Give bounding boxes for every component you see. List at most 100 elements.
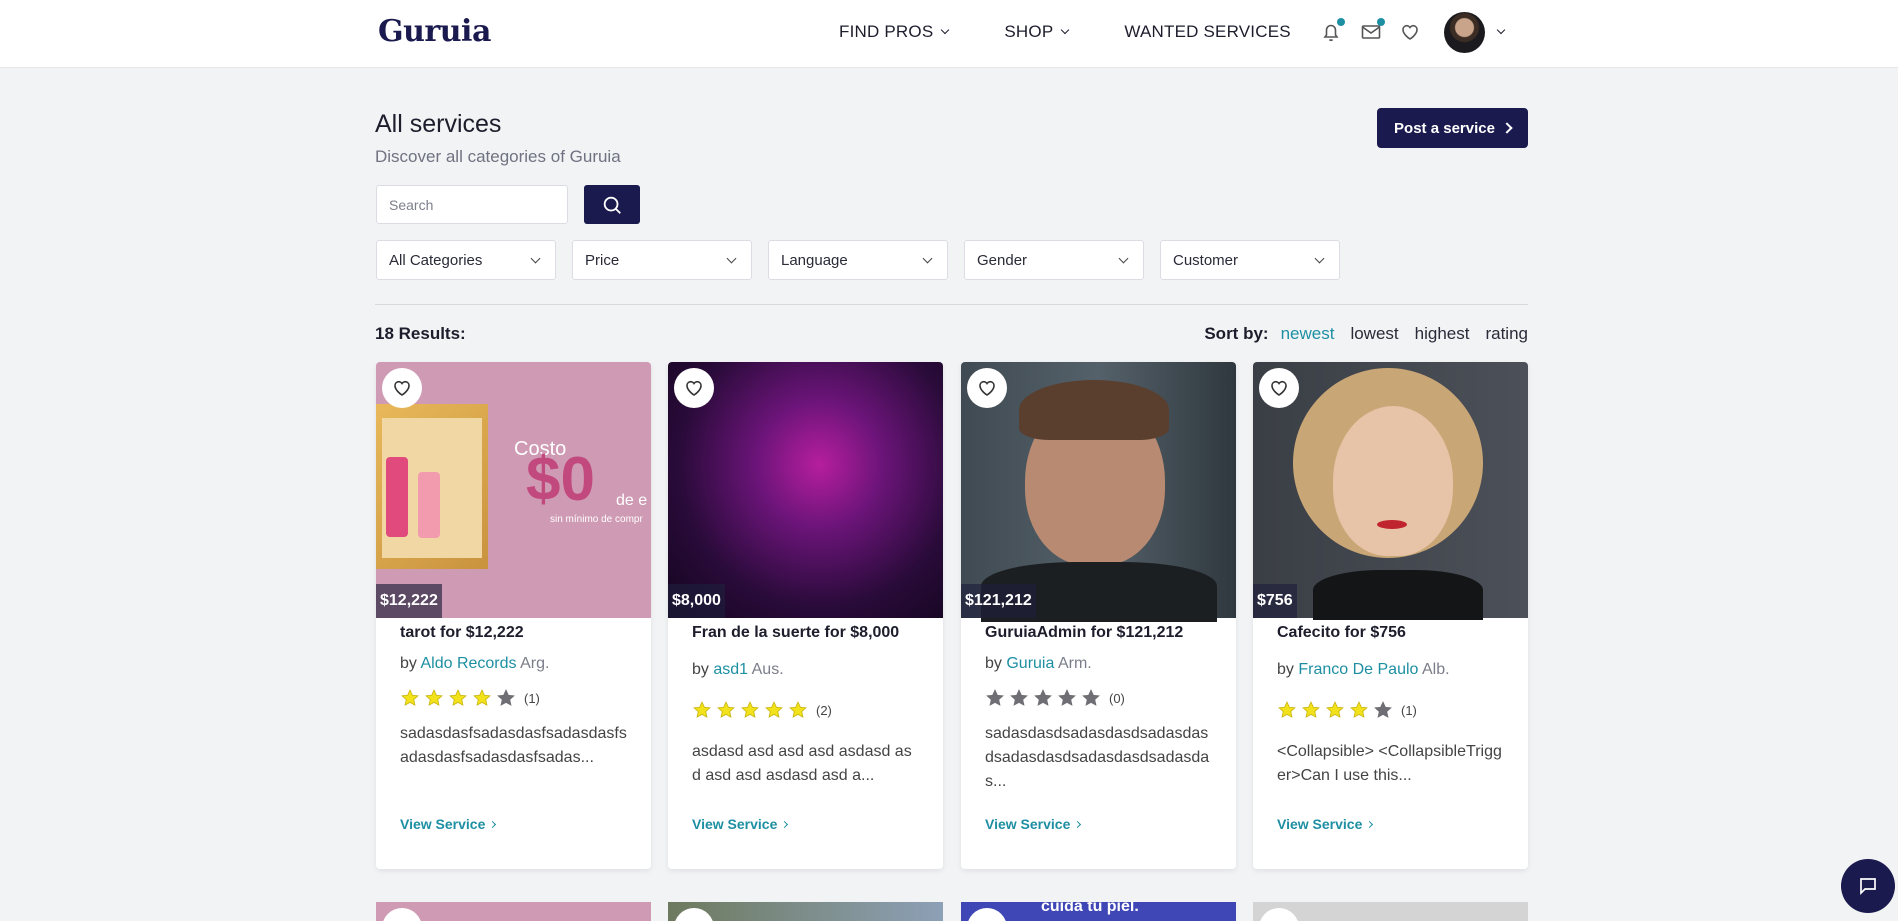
by-label: by [400,655,417,672]
service-card-peek[interactable] [376,902,651,921]
favorite-button[interactable] [382,908,422,921]
search-button[interactable] [584,185,640,224]
star-icon [693,701,711,718]
by-label: by [1277,661,1294,678]
person-top [1313,570,1483,620]
favorite-button[interactable] [382,368,422,408]
favorite-button[interactable] [967,908,1007,921]
favorite-button[interactable] [674,908,714,921]
service-title[interactable]: GuruiaAdmin for $121,212 [985,624,1183,642]
chevron-down-icon [530,253,541,263]
notification-dot [1377,18,1385,26]
author-link[interactable]: Franco De Paulo [1298,661,1418,678]
view-service-label: View Service [400,816,486,832]
filter-bar: All Categories Price Language Gender Cus… [376,240,1356,280]
sort-lowest[interactable]: lowest [1350,324,1398,344]
filter-categories[interactable]: All Categories [376,240,556,280]
service-title[interactable]: Fran de la suerte for $8,000 [692,624,899,642]
view-service-link[interactable]: View Service [400,816,497,832]
review-count: (1) [524,690,540,706]
star-icon [449,689,467,706]
sort-newest[interactable]: newest [1281,324,1335,344]
by-label: by [692,661,709,678]
price-badge: $756 [1253,584,1297,618]
star-icon [1278,701,1296,718]
review-count: (0) [1109,690,1125,706]
view-service-label: View Service [692,816,778,832]
star-icon [1058,689,1076,706]
favorite-button[interactable] [1259,368,1299,408]
service-card[interactable]: $8,000 Fran de la suerte for $8,000 by a… [668,362,943,869]
chevron-right-icon [781,820,789,828]
heart-icon [686,380,702,396]
user-avatar[interactable] [1444,12,1485,53]
person-hair [1019,380,1169,440]
filter-language[interactable]: Language [768,240,948,280]
guruia-logo[interactable]: Guruia [378,14,491,49]
service-title[interactable]: tarot for $12,222 [400,624,524,642]
price-badge: $8,000 [668,584,725,618]
filter-gender[interactable]: Gender [964,240,1144,280]
author-link[interactable]: Guruia [1006,655,1054,672]
filter-price[interactable]: Price [572,240,752,280]
chevron-down-icon[interactable] [1496,25,1506,35]
chat-button[interactable] [1841,859,1895,913]
favorite-button[interactable] [967,368,1007,408]
chevron-down-icon [941,25,950,35]
review-count: (1) [1401,702,1417,718]
sort-highest[interactable]: highest [1415,324,1470,344]
nav-find-pros-label: FIND PROS [839,22,934,41]
perfume-bottle [418,472,440,538]
notification-dot [1337,18,1345,26]
filter-customer[interactable]: Customer [1160,240,1340,280]
chevron-down-icon [1118,253,1129,263]
service-description: sadasdasdsadasdasdsadasdasdsadasdasdsada… [985,725,1210,790]
service-card[interactable]: Costo $0 de e sin mínimo de compr $12,22… [376,362,651,869]
divider [375,304,1528,305]
nav-wanted-services[interactable]: WANTED SERVICES [1124,22,1290,42]
star-icon [425,689,443,706]
rating-stars: (1) [400,688,540,708]
service-card[interactable]: $121,212 GuruiaAdmin for $121,212 by Gur… [961,362,1236,869]
bell-icon[interactable] [1319,18,1345,44]
favorite-button[interactable] [674,368,714,408]
author-country: Aus. [751,661,784,678]
sort-rating[interactable]: rating [1485,324,1528,344]
author-link[interactable]: asd1 [713,661,748,678]
nav-find-pros[interactable]: FIND PROS [839,22,950,42]
filter-label: Gender [977,251,1028,269]
service-card-peek[interactable]: cuida tu piel. [961,902,1236,921]
filter-label: All Categories [389,251,483,269]
view-service-link[interactable]: View Service [1277,816,1374,832]
service-title[interactable]: Cafecito for $756 [1277,624,1406,642]
post-service-button[interactable]: Post a service [1377,108,1528,148]
price-badge: $12,222 [376,584,442,618]
view-service-link[interactable]: View Service [985,816,1082,832]
chevron-down-icon [726,253,737,263]
mail-icon[interactable] [1359,18,1385,44]
chevron-down-icon [1061,25,1070,35]
chevron-right-icon [489,820,497,828]
favorite-button[interactable] [1259,908,1299,921]
nav-shop[interactable]: SHOP [1004,22,1070,42]
review-count: (2) [816,702,832,718]
logo-text: Guruia [378,14,491,49]
view-service-link[interactable]: View Service [692,816,789,832]
perfume-bottle [386,457,408,537]
post-service-label: Post a service [1394,119,1495,137]
image-text: $0 [526,445,595,514]
service-card-peek[interactable] [668,902,943,921]
search-icon [603,196,621,214]
page-subtitle: Discover all categories of Guruia [375,147,621,166]
star-icon [1010,689,1028,706]
chevron-right-icon [1501,122,1513,134]
service-card[interactable]: $756 Cafecito for $756 by Franco De Paul… [1253,362,1528,869]
star-icon [765,701,783,718]
filter-label: Price [585,251,620,269]
service-description: asdasd asd asd asd asdasd asd asd asd as… [692,743,912,784]
search-input[interactable] [376,185,568,224]
author-link[interactable]: Aldo Records [420,655,516,672]
heart-icon[interactable] [1398,20,1422,44]
chat-icon [1860,878,1876,896]
service-card-peek[interactable] [1253,902,1528,921]
